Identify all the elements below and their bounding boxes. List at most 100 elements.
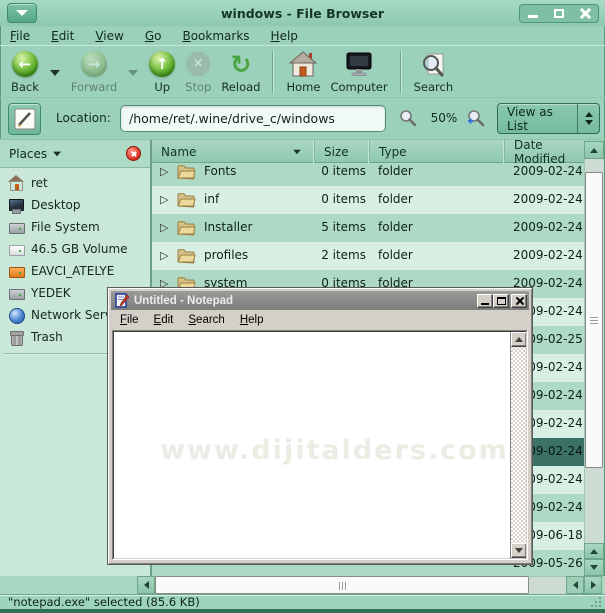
column-header-date[interactable]: Date Modified bbox=[505, 140, 584, 163]
menu-item[interactable]: File bbox=[10, 29, 30, 43]
notepad-vertical-scrollbar[interactable] bbox=[510, 332, 526, 558]
arrow-up-icon bbox=[590, 549, 598, 554]
back-icon bbox=[12, 51, 38, 77]
file-date: 2009-02-24 23: bbox=[513, 192, 584, 206]
file-name: Fonts bbox=[204, 164, 236, 178]
column-header-type[interactable]: Type bbox=[370, 140, 505, 163]
stop-button[interactable]: Stop bbox=[180, 49, 216, 95]
scroll-down-button[interactable] bbox=[511, 543, 527, 558]
expander-icon[interactable] bbox=[160, 165, 168, 178]
sidebar-item-label: 46.5 GB Volume bbox=[31, 242, 128, 256]
menu-item[interactable]: View bbox=[95, 29, 123, 43]
home-icon bbox=[8, 175, 24, 191]
column-header-size[interactable]: Size bbox=[315, 140, 370, 163]
chevron-down-icon bbox=[16, 10, 28, 16]
list-header: Name Size Type Date Modified bbox=[152, 140, 584, 163]
column-header-name[interactable]: Name bbox=[152, 140, 315, 163]
file-size: 0 items bbox=[315, 192, 366, 206]
table-row[interactable]: Installer 5 items folder 2009-02-24 23: bbox=[152, 214, 584, 242]
computer-button[interactable]: Computer bbox=[325, 49, 392, 95]
pencil-icon bbox=[13, 107, 37, 131]
location-input[interactable] bbox=[120, 105, 386, 132]
scroll-left-button[interactable] bbox=[566, 576, 584, 594]
menu-item[interactable]: Edit bbox=[51, 29, 74, 43]
home-button[interactable]: Home bbox=[281, 49, 325, 95]
usb-icon bbox=[8, 263, 24, 279]
file-type: folder bbox=[378, 192, 413, 206]
notepad-text-area[interactable]: www.dijitalders.com bbox=[113, 331, 527, 559]
view-mode-select[interactable]: View as List bbox=[497, 103, 600, 134]
expander-icon[interactable] bbox=[160, 193, 168, 206]
minimize-button[interactable] bbox=[526, 7, 540, 20]
back-button[interactable]: Back bbox=[6, 49, 44, 95]
file-name: Installer bbox=[204, 220, 252, 234]
close-panel-button[interactable] bbox=[126, 146, 141, 161]
resize-grip[interactable] bbox=[589, 597, 601, 607]
notepad-window[interactable]: Untitled - Notepad File Edit Search Help ww… bbox=[107, 287, 533, 565]
sidebar-item[interactable]: EAVCI_ATELYE bbox=[0, 260, 150, 282]
location-label: Location: bbox=[56, 111, 111, 125]
menu-item[interactable]: Bookmarks bbox=[182, 29, 249, 43]
toolbar-separator bbox=[400, 51, 402, 93]
notepad-menu-item[interactable]: Edit bbox=[154, 314, 174, 326]
sidebar-item[interactable]: Desktop bbox=[0, 194, 150, 216]
scroll-left-button[interactable] bbox=[137, 576, 155, 594]
up-button[interactable]: Up bbox=[144, 49, 180, 95]
expander-icon[interactable] bbox=[160, 249, 168, 262]
horizontal-scroll-track[interactable] bbox=[529, 576, 566, 594]
notepad-maximize-button[interactable] bbox=[493, 294, 509, 308]
back-history-dropdown[interactable] bbox=[44, 50, 66, 96]
file-size: 0 items bbox=[315, 164, 366, 178]
notepad-menu-item[interactable]: Search bbox=[188, 314, 224, 326]
zoom-in-icon[interactable] bbox=[466, 109, 485, 132]
maximize-icon bbox=[497, 297, 506, 305]
sidebar-item[interactable]: ret bbox=[0, 172, 150, 194]
menu-item[interactable]: Go bbox=[145, 29, 162, 43]
zoom-out-icon[interactable] bbox=[398, 109, 417, 132]
close-button[interactable] bbox=[578, 7, 592, 20]
search-icon bbox=[420, 49, 446, 79]
scroll-up-button[interactable] bbox=[584, 543, 604, 559]
minimize-icon bbox=[528, 15, 538, 18]
up-icon bbox=[149, 51, 175, 77]
search-button[interactable]: Search bbox=[409, 49, 459, 95]
scroll-up-button[interactable] bbox=[511, 332, 527, 347]
folder-icon bbox=[176, 191, 196, 211]
notepad-close-button[interactable] bbox=[511, 294, 527, 308]
table-row[interactable]: profiles 2 items folder 2009-02-24 23: bbox=[152, 242, 584, 270]
sort-chevron-icon bbox=[293, 150, 301, 155]
drive-icon bbox=[8, 219, 24, 235]
minimize-icon bbox=[481, 303, 489, 305]
scroll-right-button[interactable] bbox=[584, 576, 602, 594]
window-controls bbox=[519, 4, 599, 23]
zoom-level: 50% bbox=[424, 111, 464, 125]
file-size: 2 items bbox=[315, 248, 366, 262]
maximize-button[interactable] bbox=[552, 7, 566, 20]
window-menu-button[interactable] bbox=[7, 3, 37, 23]
titlebar[interactable]: windows - File Browser bbox=[0, 0, 605, 26]
places-header[interactable]: Places bbox=[0, 140, 150, 168]
forward-history-dropdown[interactable] bbox=[122, 50, 144, 96]
sidebar-item[interactable]: File System bbox=[0, 216, 150, 238]
window-bottom-edge bbox=[0, 609, 605, 613]
forward-icon bbox=[81, 51, 107, 77]
notepad-titlebar[interactable]: Untitled - Notepad bbox=[111, 291, 529, 310]
edit-location-button[interactable] bbox=[8, 103, 41, 135]
menu-item[interactable]: Help bbox=[271, 29, 298, 43]
notepad-menu-item[interactable]: File bbox=[120, 314, 139, 326]
notepad-title: Untitled - Notepad bbox=[134, 295, 477, 307]
trash-icon bbox=[8, 329, 24, 345]
home-icon bbox=[289, 49, 317, 79]
table-row[interactable]: inf 0 items folder 2009-02-24 23: bbox=[152, 186, 584, 214]
forward-button[interactable]: Forward bbox=[66, 49, 122, 95]
expander-icon[interactable] bbox=[160, 221, 168, 234]
sidebar-item-label: Trash bbox=[31, 330, 63, 344]
notepad-minimize-button[interactable] bbox=[477, 294, 493, 308]
scroll-down-button[interactable] bbox=[584, 559, 604, 576]
notepad-menu-item[interactable]: Help bbox=[240, 314, 264, 326]
reload-button[interactable]: Reload bbox=[216, 49, 265, 95]
sidebar-item[interactable]: 46.5 GB Volume bbox=[0, 238, 150, 260]
vertical-scroll-thumb[interactable] bbox=[585, 172, 603, 468]
horizontal-scroll-thumb[interactable] bbox=[155, 576, 529, 594]
scroll-up-button[interactable] bbox=[584, 141, 604, 159]
